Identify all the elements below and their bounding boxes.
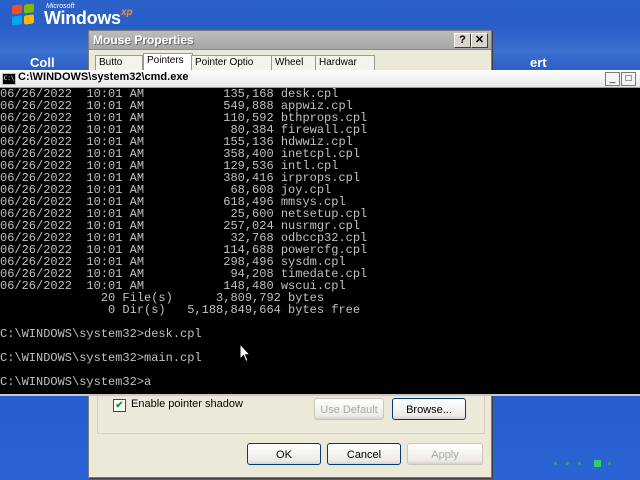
tab-buttons[interactable]: Butto xyxy=(95,55,143,70)
cmd-window-icon: C:\ xyxy=(2,73,16,85)
close-button[interactable]: ✕ xyxy=(471,33,488,48)
logo-xp-text: xp xyxy=(121,7,133,18)
tab-wheel[interactable]: Wheel xyxy=(271,55,319,70)
tab-pointers[interactable]: Pointers xyxy=(143,53,193,70)
apply-button[interactable]: Apply xyxy=(407,443,483,465)
mouse-properties-titlebar[interactable]: Mouse Properties ? ✕ xyxy=(89,31,491,50)
use-default-button[interactable]: Use Default xyxy=(314,398,384,420)
cmd-console-output[interactable]: 06/26/2022 10:01 AM 135,168 desk.cpl 06/2… xyxy=(0,88,640,394)
desktop-text-fragment-left: Coll xyxy=(30,55,55,70)
help-button[interactable]: ? xyxy=(454,33,471,48)
cmd-window[interactable]: C:\ C:\WINDOWS\system32\cmd.exe _ □ 06/2… xyxy=(0,70,640,396)
windows-flag-icon xyxy=(12,3,36,27)
console-line: C:\WINDOWS\system32>a xyxy=(0,375,152,389)
console-line: C:\WINDOWS\system32>main.cpl xyxy=(0,351,202,365)
mouse-properties-title: Mouse Properties xyxy=(93,33,194,47)
cmd-title: C:\WINDOWS\system32\cmd.exe xyxy=(18,71,189,83)
tab-hardware[interactable]: Hardwar xyxy=(315,55,375,70)
tab-pointer-options[interactable]: Pointer Optio xyxy=(191,55,277,70)
tray-indicator xyxy=(552,460,612,468)
ok-button[interactable]: OK xyxy=(247,443,321,465)
cmd-minimize-button[interactable]: _ xyxy=(605,72,620,86)
pointer-shadow-checkbox[interactable]: ✔ xyxy=(113,399,126,412)
console-line: C:\WINDOWS\system32>desk.cpl xyxy=(0,327,202,341)
mouse-cursor-icon xyxy=(239,343,251,363)
windows-xp-logo: Microsoft Windows xp xyxy=(8,2,138,28)
browse-button[interactable]: Browse... xyxy=(392,398,466,420)
cmd-maximize-button[interactable]: □ xyxy=(621,72,636,86)
console-line: 0 Dir(s) 5,188,849,664 bytes free xyxy=(0,303,361,317)
cmd-titlebar[interactable]: C:\ C:\WINDOWS\system32\cmd.exe _ □ xyxy=(0,70,640,88)
pointer-shadow-label: Enable pointer shadow xyxy=(131,398,243,410)
cancel-button[interactable]: Cancel xyxy=(327,443,401,465)
logo-windows-text: Windows xyxy=(44,8,121,28)
desktop-text-fragment-right: ert xyxy=(530,55,547,70)
